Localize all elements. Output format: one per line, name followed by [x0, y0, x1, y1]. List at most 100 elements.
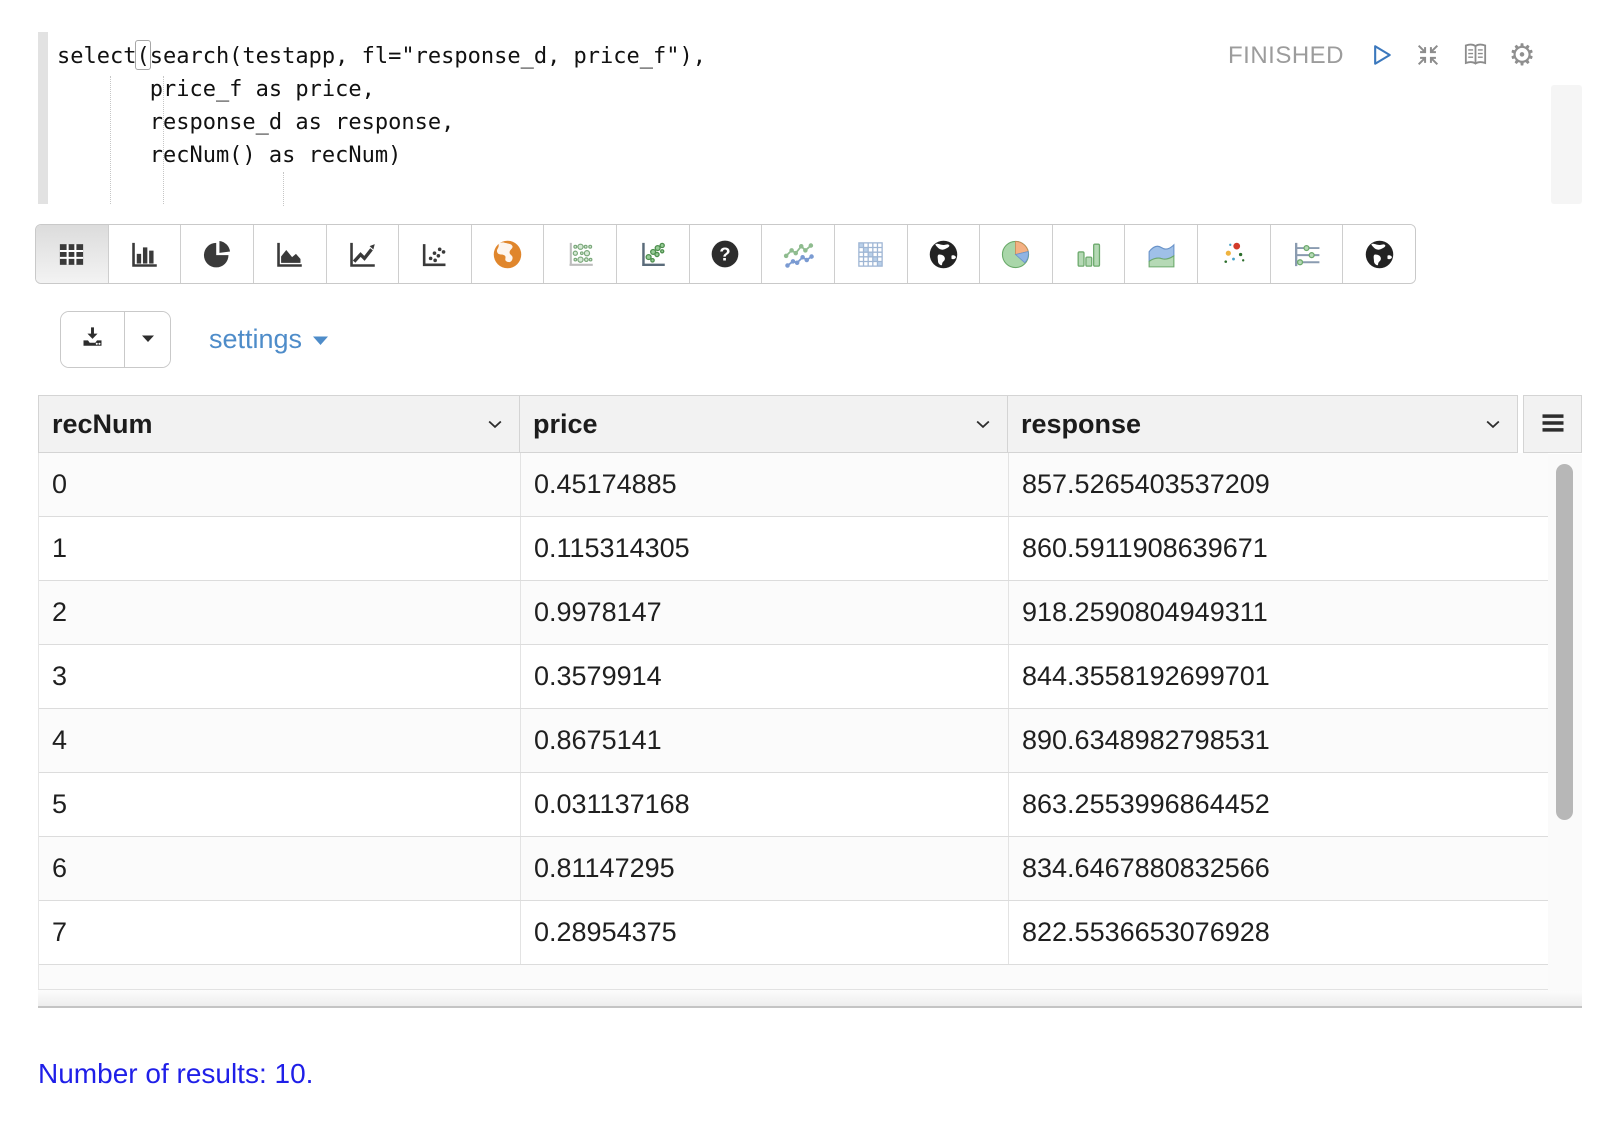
help-button[interactable]: ? [690, 225, 763, 283]
column-green-icon [1073, 239, 1104, 270]
multi-line-chart-button[interactable] [762, 225, 835, 283]
cell-response: 822.5536653076928 [1009, 901, 1548, 964]
table-row: 30.3579914844.3558192699701 [39, 645, 1548, 709]
chevron-down-icon[interactable] [1483, 414, 1503, 434]
column-header-response[interactable]: response [1008, 395, 1518, 453]
grid-menu-button[interactable] [1523, 395, 1582, 453]
table-row: 70.28954375822.5536653076928 [39, 901, 1548, 965]
range-sliders-button[interactable] [1271, 225, 1344, 283]
cell-recNum: 0 [39, 453, 521, 516]
area-chart-button[interactable] [254, 225, 327, 283]
status-label: FINISHED [1228, 42, 1344, 70]
indent-guide [163, 76, 164, 204]
table-row: 10.115314305860.5911908639671 [39, 517, 1548, 581]
bubble-scatter-icon [637, 239, 668, 270]
table-icon [56, 239, 87, 270]
run-button[interactable] [1365, 40, 1397, 72]
table-header-row: recNum price response [38, 395, 1582, 453]
column-header-price[interactable]: price [520, 395, 1008, 453]
settings-link[interactable]: settings [209, 324, 330, 355]
code-editor[interactable]: select(search(testapp, fl="response_d, p… [0, 0, 1622, 210]
bar-chart-button[interactable] [109, 225, 182, 283]
export-row: settings [60, 310, 330, 368]
table-body: 00.45174885857.526540353720910.115314305… [38, 453, 1548, 965]
cell-price: 0.031137168 [521, 773, 1009, 836]
cell-recNum: 3 [39, 645, 521, 708]
collapse-button[interactable] [1412, 40, 1444, 72]
line-icon [347, 239, 378, 270]
map-globe-button[interactable] [472, 225, 545, 283]
chevron-down-icon[interactable] [485, 414, 505, 434]
download-options-button[interactable] [125, 312, 170, 367]
book-icon [1461, 40, 1490, 72]
bubble-matrix-button[interactable] [544, 225, 617, 283]
table-row: 40.8675141890.6348982798531 [39, 709, 1548, 773]
svg-text:?: ? [720, 244, 731, 265]
cell-price: 0.81147295 [521, 837, 1009, 900]
range-sliders-icon [1291, 239, 1322, 270]
pie-colored-icon [999, 238, 1032, 271]
cell-recNum: 2 [39, 581, 521, 644]
indent-guide [110, 76, 111, 204]
pie-colored-button[interactable] [980, 225, 1053, 283]
cell-recNum: 1 [39, 517, 521, 580]
horizontal-scrollbar-track[interactable] [38, 990, 1582, 1008]
bar-icon [129, 239, 160, 270]
bubble-matrix-icon [565, 239, 596, 270]
cell-recNum: 6 [39, 837, 521, 900]
table-view-button[interactable] [36, 225, 109, 283]
collapse-icon [1414, 41, 1442, 72]
cell-response: 918.2590804949311 [1009, 581, 1548, 644]
stacked-area-button[interactable] [1125, 225, 1198, 283]
results-count: Number of results: 10. [38, 1058, 313, 1090]
cell-response: 857.5265403537209 [1009, 453, 1548, 516]
table-row: 20.9978147918.2590804949311 [39, 581, 1548, 645]
cell-recNum: 4 [39, 709, 521, 772]
vertical-scrollbar-thumb[interactable] [1556, 464, 1573, 820]
cell-response: 834.6467880832566 [1009, 837, 1548, 900]
scatter-icon [419, 239, 450, 270]
multi-line-icon [782, 238, 815, 271]
bubble-chart-button[interactable] [617, 225, 690, 283]
download-button[interactable] [61, 312, 125, 367]
viz-toolbar: ? [35, 224, 1416, 284]
cell-price: 0.9978147 [521, 581, 1009, 644]
column-chart-button[interactable] [1053, 225, 1126, 283]
partial-row [38, 965, 1548, 990]
heatmap-icon [855, 239, 886, 270]
cell-price: 0.8675141 [521, 709, 1009, 772]
docs-button[interactable] [1459, 40, 1491, 72]
cell-price: 0.3579914 [521, 645, 1009, 708]
table-row: 60.81147295834.6467880832566 [39, 837, 1548, 901]
table-row: 50.031137168863.2553996864452 [39, 773, 1548, 837]
play-icon [1367, 41, 1395, 72]
caret-down-icon [136, 326, 160, 353]
cell-response: 890.6348982798531 [1009, 709, 1548, 772]
gear-button[interactable]: ⚙ [1506, 40, 1538, 72]
cell-response: 860.5911908639671 [1009, 517, 1548, 580]
heatmap-button[interactable] [835, 225, 908, 283]
globe-dark-button[interactable] [908, 225, 981, 283]
scatter-colored-button[interactable] [1198, 225, 1271, 283]
line-chart-button[interactable] [327, 225, 400, 283]
globe-dark-icon [927, 238, 960, 271]
column-label: response [1021, 409, 1141, 440]
chevron-down-icon[interactable] [973, 414, 993, 434]
scatter-chart-button[interactable] [399, 225, 472, 283]
column-label: price [533, 409, 598, 440]
globe-dark-2-button[interactable] [1343, 225, 1415, 283]
pie-chart-button[interactable] [181, 225, 254, 283]
download-icon [79, 324, 106, 354]
pie-icon [202, 239, 233, 270]
hamburger-menu-icon [1537, 409, 1569, 440]
code-content[interactable]: select(search(testapp, fl="response_d, p… [57, 40, 706, 172]
column-header-recNum[interactable]: recNum [38, 395, 520, 453]
column-label: recNum [52, 409, 153, 440]
cell-price: 0.28954375 [521, 901, 1009, 964]
cell-price: 0.45174885 [521, 453, 1009, 516]
editor-scrollbar[interactable] [1551, 85, 1582, 204]
vertical-scrollbar-track[interactable] [1548, 454, 1582, 991]
caret-down-icon [311, 324, 330, 355]
download-button-group [60, 311, 171, 368]
help-icon: ? [709, 238, 741, 270]
